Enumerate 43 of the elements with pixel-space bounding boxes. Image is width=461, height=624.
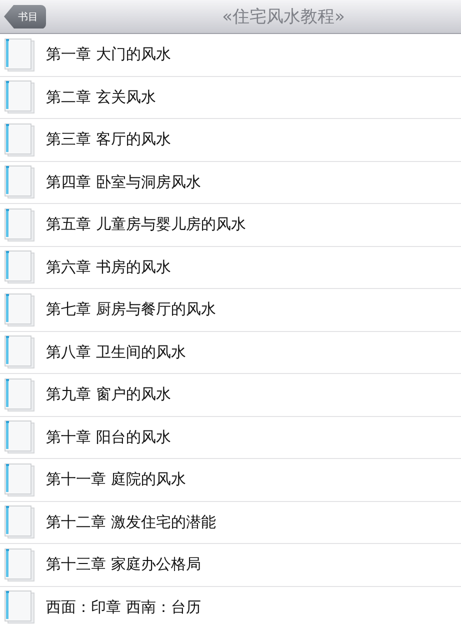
chapter-title: 第七章 厨房与餐厅的风水 bbox=[46, 300, 216, 320]
document-icon bbox=[4, 462, 36, 497]
chapter-title: 第五章 儿童房与婴儿房的风水 bbox=[46, 215, 246, 234]
document-icon bbox=[4, 80, 36, 114]
chapter-title: 第八章 卫生间的风水 bbox=[46, 342, 186, 362]
chapter-title: 西面：印章 西南：台历 bbox=[46, 598, 201, 617]
chapter-title: 第六章 书房的风水 bbox=[46, 258, 171, 277]
chapter-item[interactable]: 第七章 厨房与餐厅的风水 bbox=[0, 289, 461, 332]
chapter-title: 第十章 阳台的风水 bbox=[46, 428, 171, 447]
chapter-item[interactable]: 第十三章 家庭办公格局 bbox=[0, 544, 461, 586]
chapter-item[interactable]: 第四章 卧室与洞房风水 bbox=[0, 162, 461, 204]
document-icon bbox=[4, 122, 36, 157]
document-icon bbox=[4, 335, 36, 370]
chapter-title: 第十二章 激发住宅的潜能 bbox=[46, 512, 216, 532]
chapter-item[interactable]: 第三章 客厅的风水 bbox=[0, 119, 461, 162]
chapter-title: 第十一章 庭院的风水 bbox=[46, 470, 186, 490]
document-icon bbox=[4, 505, 36, 540]
chapter-title: 第九章 窗户的风水 bbox=[46, 385, 171, 404]
chapter-title: 第二章 玄关风水 bbox=[46, 88, 156, 107]
chapter-title: 第四章 卧室与洞房风水 bbox=[46, 172, 201, 192]
chapter-item[interactable]: 第六章 书房的风水 bbox=[0, 246, 461, 289]
chapter-item[interactable]: 第十一章 庭院的风水 bbox=[0, 459, 461, 502]
chapter-item[interactable]: 第九章 窗户的风水 bbox=[0, 374, 461, 416]
document-icon bbox=[4, 165, 36, 200]
chapter-title: 第一章 大门的风水 bbox=[46, 45, 171, 64]
document-icon bbox=[4, 250, 36, 284]
chapter-title: 第十三章 家庭办公格局 bbox=[46, 555, 201, 574]
chapter-item[interactable]: 第十章 阳台的风水 bbox=[0, 416, 461, 459]
book-title: «住宅风水教程» bbox=[221, 6, 346, 28]
back-button[interactable]: 书目 bbox=[4, 4, 46, 28]
document-icon bbox=[4, 208, 36, 242]
chapter-item[interactable]: 西面：印章 西南：台历 bbox=[0, 586, 461, 624]
document-icon bbox=[4, 38, 36, 72]
chapter-item[interactable]: 第一章 大门的风水 bbox=[0, 34, 461, 76]
document-icon bbox=[4, 292, 36, 327]
document-icon bbox=[4, 548, 36, 582]
chapter-item[interactable]: 第五章 儿童房与婴儿房的风水 bbox=[0, 204, 461, 246]
document-icon bbox=[4, 420, 36, 454]
chapter-item[interactable]: 第十二章 激发住宅的潜能 bbox=[0, 502, 461, 544]
document-icon bbox=[4, 378, 36, 412]
chapter-title: 第三章 客厅的风水 bbox=[46, 130, 171, 150]
chapter-item[interactable]: 第八章 卫生间的风水 bbox=[0, 332, 461, 374]
chapter-item[interactable]: 第二章 玄关风水 bbox=[0, 76, 461, 119]
